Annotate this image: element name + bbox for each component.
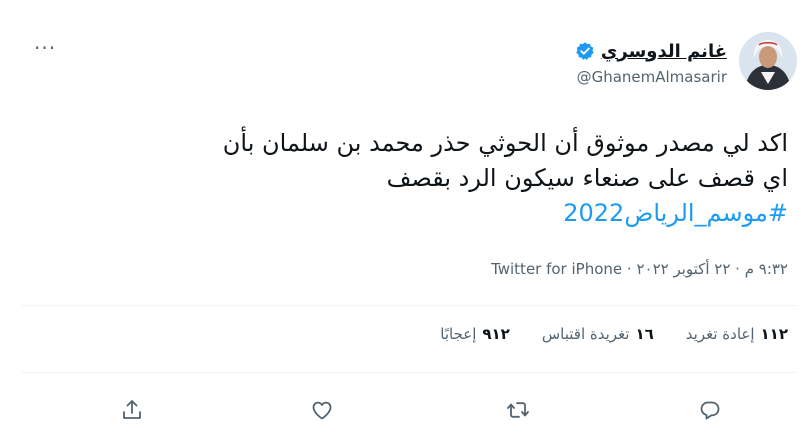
likes-label: إعجابًا	[440, 325, 477, 343]
tweet-card: غانم الدوسري @GhanemAlmasarir ··· اكد لي…	[0, 0, 810, 448]
meta-separator-2: ·	[622, 260, 637, 278]
divider-bottom	[22, 372, 796, 373]
author-name-row[interactable]: غانم الدوسري	[575, 38, 727, 64]
retweet-button[interactable]	[498, 390, 538, 430]
tweet-source[interactable]: Twitter for iPhone	[491, 260, 622, 278]
retweets-count: ١١٢	[760, 325, 788, 343]
author-handle[interactable]: @GhanemAlmasarir	[577, 68, 727, 86]
reply-button[interactable]	[690, 390, 730, 430]
retweets-stat[interactable]: ١١٢ إعادة تغريد	[686, 325, 788, 343]
reply-icon	[700, 401, 720, 420]
tweet-stats: ١١٢ إعادة تغريد ١٦ تغريدة اقتباس ٩١٢ إعجابً…	[440, 325, 788, 343]
likes-count: ٩١٢	[482, 325, 510, 343]
author-name[interactable]: غانم الدوسري	[601, 41, 727, 62]
quotes-count: ١٦	[635, 325, 654, 343]
tweet-meta: ٩:٣٢ م · ٢٢ أكتوبر ٢٠٢٢ · Twitter for iP…	[491, 260, 788, 278]
tweet-date[interactable]: ٢٢ أكتوبر ٢٠٢٢	[636, 260, 730, 278]
quotes-label: تغريدة اقتباس	[541, 325, 630, 343]
like-button[interactable]	[302, 390, 342, 430]
share-button[interactable]	[112, 390, 152, 430]
quotes-stat[interactable]: ١٦ تغريدة اقتباس	[542, 325, 654, 343]
tweet-time[interactable]: ٩:٣٢ م	[745, 260, 788, 278]
action-bar	[22, 390, 796, 434]
like-icon	[312, 401, 332, 420]
tweet-text-line-1: اكد لي مصدر موثوق أن الحوثي حذر محمد بن …	[222, 129, 788, 157]
likes-stat[interactable]: ٩١٢ إعجابًا	[440, 325, 510, 343]
avatar-image	[739, 32, 797, 90]
share-icon	[123, 400, 141, 419]
tweet-text-line-2: اي قصف على صنعاء سيكون الرد بقصف	[386, 164, 788, 192]
avatar[interactable]	[739, 32, 797, 90]
verified-badge-icon	[576, 42, 594, 60]
hashtag-link[interactable]: #موسم_الرياض2022	[28, 196, 788, 231]
divider-top	[22, 305, 796, 306]
meta-separator-1: ·	[730, 260, 745, 278]
retweets-label: إعادة تغريد	[685, 325, 755, 343]
tweet-text: اكد لي مصدر موثوق أن الحوثي حذر محمد بن …	[28, 126, 788, 231]
retweet-icon	[507, 402, 529, 418]
more-icon[interactable]: ···	[34, 36, 56, 60]
